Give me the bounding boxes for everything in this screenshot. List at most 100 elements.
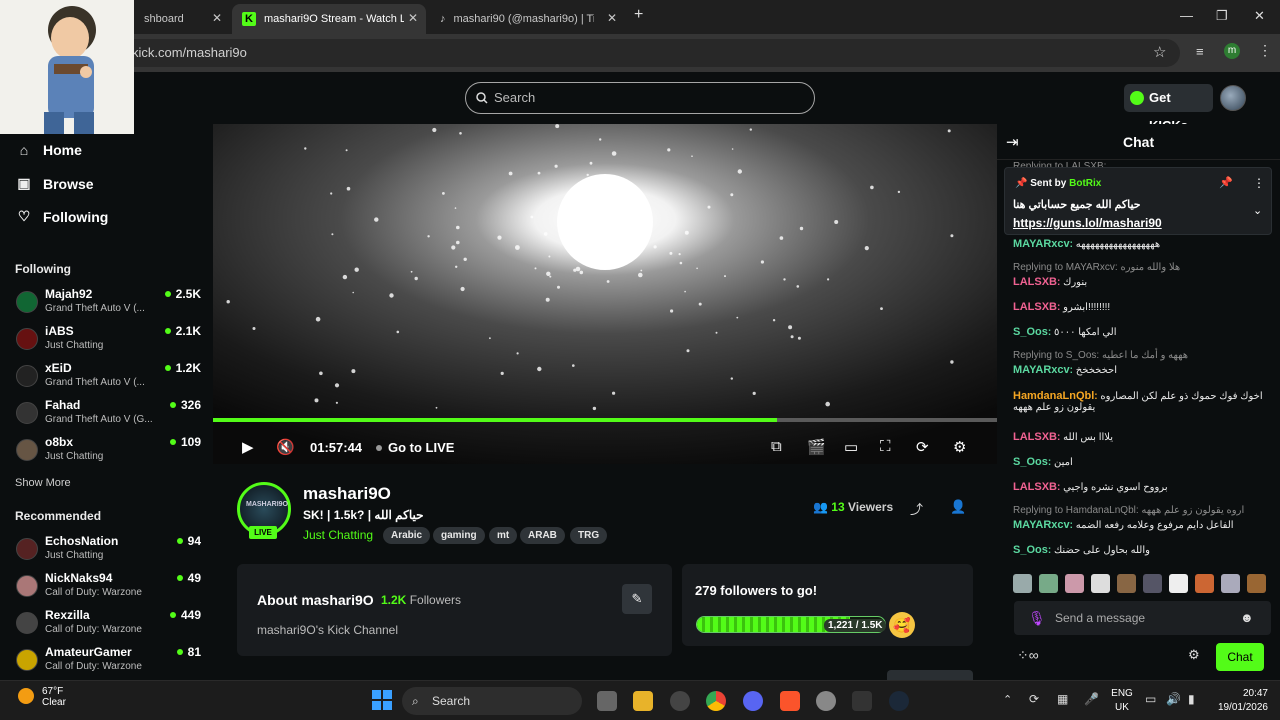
file-explorer-icon[interactable] (633, 691, 653, 711)
channel-item[interactable]: Fahad Grand Theft Auto V (G... 326 (16, 398, 201, 432)
edit-pencil-button[interactable]: ✎ (622, 584, 652, 614)
channel-item[interactable]: o8bx Just Chatting 109 (16, 435, 201, 469)
close-window-button[interactable]: ✕ (1254, 8, 1265, 24)
share-icon[interactable]: ⤴ (910, 499, 923, 518)
chat-username[interactable]: MAYARxcv (1013, 364, 1070, 376)
collapse-chat-icon[interactable]: ⇥ (1006, 133, 1019, 151)
send-chat-button[interactable]: Chat (1216, 643, 1264, 671)
search-input[interactable]: Search (465, 82, 815, 114)
network-icon[interactable]: ▭ (1145, 692, 1156, 706)
chat-username[interactable]: LALSXB (1013, 301, 1057, 313)
emote-icon[interactable] (1247, 574, 1266, 593)
steam-icon[interactable] (889, 691, 909, 711)
sidebar-item-home[interactable]: ⌂ Home (16, 142, 82, 158)
minimize-button[interactable]: — (1180, 8, 1193, 23)
more-options-icon[interactable]: ⋮ (1253, 176, 1265, 190)
pinned-link[interactable]: https://guns.lol/mashari90 (1013, 216, 1162, 230)
channel-item[interactable]: EchosNation Just Chatting 94 (16, 534, 201, 568)
star-bookmark-icon[interactable]: ☆ (1153, 43, 1166, 61)
volume-icon[interactable]: 🔊 (1166, 692, 1181, 706)
fullscreen-icon[interactable]: ⛶ (880, 438, 891, 455)
brave-icon[interactable] (780, 691, 800, 711)
url-field[interactable]: kick.com/mashari9o (100, 39, 1180, 67)
sidebar-item-browse[interactable]: ▣ Browse (16, 175, 93, 192)
microphone-icon[interactable]: 🎙 (1028, 601, 1046, 635)
microphone-tray-icon[interactable]: 🎤 (1084, 692, 1099, 706)
user-avatar[interactable] (1220, 85, 1246, 111)
emote-icon[interactable] (1039, 574, 1058, 593)
chat-username[interactable]: HamdanaLnQbl (1013, 390, 1094, 402)
theater-mode-icon[interactable]: ▭ (844, 438, 858, 456)
clip-icon[interactable]: 🎬 (807, 438, 826, 456)
system-clock[interactable]: 20:47 19/01/2026 (1208, 687, 1268, 715)
steelseries-icon[interactable] (816, 691, 836, 711)
close-icon[interactable]: ✕ (408, 11, 418, 25)
emote-icon[interactable] (1169, 574, 1188, 593)
chat-username[interactable]: LALSXB (1013, 481, 1057, 493)
streamer-name[interactable]: mashari9O (303, 484, 391, 504)
play-button[interactable]: ▶ (242, 438, 254, 456)
settings-gear-icon[interactable]: ⚙ (953, 438, 966, 456)
channel-item[interactable]: iABS Just Chatting 2.1K (16, 324, 201, 358)
emote-icon[interactable] (1065, 574, 1084, 593)
tag-chip[interactable]: ARAB (520, 527, 565, 544)
show-more-link[interactable]: Show More (15, 477, 71, 489)
chrome-icon[interactable] (706, 691, 726, 711)
weather-widget[interactable]: 67°F Clear (42, 686, 66, 708)
go-to-live-button[interactable]: Go to LIVE (376, 440, 454, 455)
chat-username[interactable]: LALSXB (1013, 276, 1057, 288)
windows-start-icon[interactable] (372, 690, 392, 710)
new-tab-button[interactable]: + (634, 6, 643, 24)
discord-icon[interactable] (743, 691, 763, 711)
chat-username[interactable]: LALSXB (1013, 431, 1057, 443)
get-kicks-button[interactable]: Get KICKs (1124, 84, 1213, 133)
app-tray-icon[interactable]: ▦ (1057, 692, 1068, 706)
channel-item[interactable]: NickNaks94 Call of Duty: Warzone 49 (16, 571, 201, 605)
points-icon[interactable]: ⁘∞ (1017, 647, 1039, 664)
media-queue-icon[interactable]: ≡ (1196, 44, 1204, 59)
chat-username[interactable]: S_Oos (1013, 544, 1048, 556)
video-player[interactable]: ▶ 🔇 01:57:44 Go to LIVE ⧉ 🎬 ▭ ⛶ ⟳ ⚙ (213, 124, 997, 464)
restore-button[interactable]: ❐ (1216, 8, 1228, 24)
tag-chip[interactable]: mt (489, 527, 518, 544)
emote-icon[interactable] (1091, 574, 1110, 593)
tag-chip[interactable]: gaming (433, 527, 485, 544)
emote-icon[interactable] (1143, 574, 1162, 593)
taskbar-search[interactable]: ⌕ Search (402, 687, 582, 715)
channel-item[interactable]: xEiD Grand Theft Auto V (... 1.2K (16, 361, 201, 395)
chevron-down-icon[interactable]: ⌄ (1253, 204, 1262, 217)
close-icon[interactable]: ✕ (607, 11, 617, 25)
progress-bar[interactable] (213, 418, 997, 422)
channel-item[interactable]: Rexzilla Call of Duty: Warzone 449 (16, 608, 201, 642)
emote-icon[interactable] (1013, 574, 1032, 593)
chat-username[interactable]: S_Oos (1013, 326, 1048, 338)
emote-icon[interactable] (1221, 574, 1240, 593)
battery-icon[interactable]: ▮ (1188, 692, 1195, 706)
replay-icon[interactable]: ⟳ (916, 438, 929, 456)
sync-icon[interactable]: ⟳ (1029, 692, 1039, 706)
tag-chip[interactable]: Arabic (383, 527, 431, 544)
emote-icon[interactable] (1117, 574, 1136, 593)
tab-tiktok[interactable]: ♪ mashari90 (@mashari9o) | TikTo ✕ (430, 4, 625, 34)
close-icon[interactable]: ✕ (212, 11, 222, 25)
chevron-up-icon[interactable]: ⌃ (1003, 693, 1012, 706)
task-view-icon[interactable] (597, 691, 617, 711)
chat-settings-gear-icon[interactable]: ⚙ (1188, 647, 1200, 663)
chat-username[interactable]: S_Oos (1013, 456, 1048, 468)
emoji-picker-icon[interactable]: ☻ (1240, 601, 1254, 635)
mute-icon[interactable]: 🔇 (276, 438, 295, 456)
app-icon[interactable] (670, 691, 690, 711)
chat-username[interactable]: MAYARxcv (1013, 519, 1070, 531)
language-indicator[interactable]: ENG UK (1109, 687, 1135, 715)
miniplayer-icon[interactable]: ⧉ (771, 438, 782, 455)
chat-username[interactable]: MAYARxcv (1013, 238, 1070, 250)
stream-category[interactable]: Just Chatting (303, 528, 373, 542)
tab-kick-stream[interactable]: K mashari9O Stream - Watch Live ✕ (232, 4, 426, 34)
emote-icon[interactable] (1195, 574, 1214, 593)
chat-message-input[interactable]: 🎙 Send a message ☻ (1014, 601, 1271, 635)
tag-chip[interactable]: TRG (570, 527, 608, 544)
app-icon[interactable] (852, 691, 872, 711)
channel-item[interactable]: AmateurGamer Call of Duty: Warzone 81 (16, 645, 201, 679)
profile-avatar[interactable]: m (1224, 43, 1240, 59)
unpin-icon[interactable]: 📌 (1219, 176, 1233, 189)
